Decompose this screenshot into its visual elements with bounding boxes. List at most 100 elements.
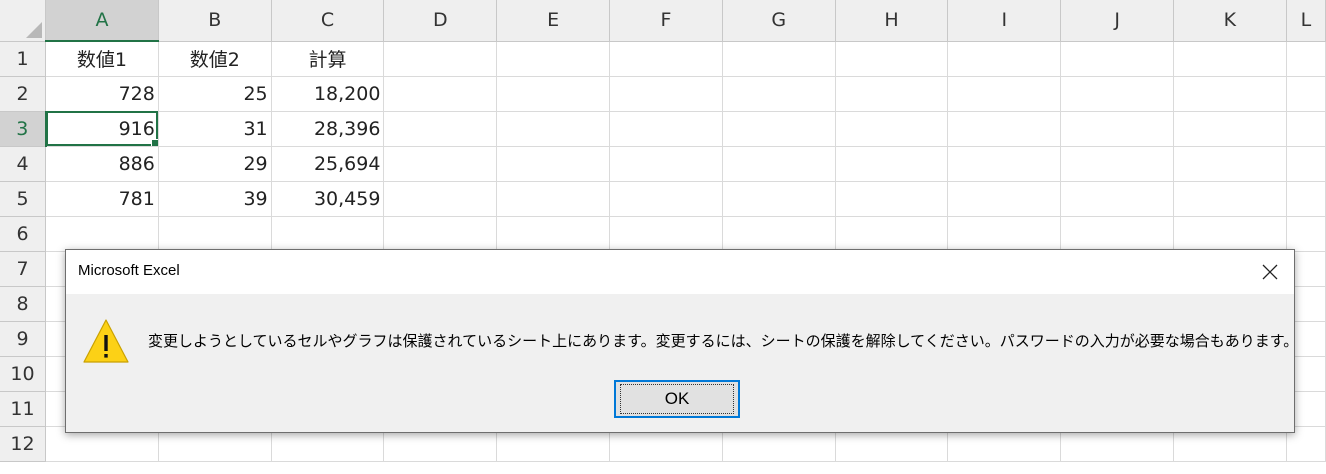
cell[interactable] <box>1173 181 1287 217</box>
cell[interactable] <box>609 111 723 147</box>
cell[interactable] <box>496 181 611 217</box>
column-header-h[interactable]: H <box>835 0 949 42</box>
row-header-2[interactable]: 2 <box>0 76 47 112</box>
cell[interactable] <box>947 146 1062 182</box>
cell-c2[interactable]: 18,200 <box>271 76 385 112</box>
cell[interactable] <box>835 181 949 217</box>
row-header-6[interactable]: 6 <box>0 216 47 252</box>
cell[interactable] <box>496 41 611 77</box>
cell-c1[interactable]: 計算 <box>271 41 385 77</box>
cell[interactable] <box>1286 111 1326 147</box>
cell-c4[interactable]: 25,694 <box>271 146 385 182</box>
column-header-g[interactable]: G <box>722 0 836 42</box>
cell[interactable] <box>835 41 949 77</box>
column-header-b[interactable]: B <box>158 0 272 42</box>
cell[interactable] <box>496 146 611 182</box>
row-header-1[interactable]: 1 <box>0 41 47 77</box>
cell[interactable] <box>496 111 611 147</box>
select-all-corner[interactable] <box>0 0 47 42</box>
cell[interactable] <box>496 216 611 252</box>
cell[interactable] <box>1173 146 1287 182</box>
cell-a5[interactable]: 781 <box>45 181 159 217</box>
cell[interactable] <box>1286 216 1326 252</box>
cell[interactable] <box>158 216 272 252</box>
cell[interactable] <box>1060 181 1175 217</box>
column-header-k[interactable]: K <box>1173 0 1287 42</box>
cell-b5[interactable]: 39 <box>158 181 272 217</box>
cell[interactable] <box>609 41 723 77</box>
cell[interactable] <box>1173 76 1287 112</box>
cell[interactable] <box>835 216 949 252</box>
cell[interactable] <box>722 181 836 217</box>
cell[interactable] <box>947 181 1062 217</box>
cell[interactable] <box>609 76 723 112</box>
column-header-c[interactable]: C <box>271 0 385 42</box>
cell[interactable] <box>1060 216 1175 252</box>
row-header-8[interactable]: 8 <box>0 286 47 322</box>
cell[interactable] <box>1060 41 1175 77</box>
column-header-e[interactable]: E <box>496 0 611 42</box>
cell[interactable] <box>947 76 1062 112</box>
cell[interactable] <box>1060 146 1175 182</box>
cell-a2[interactable]: 728 <box>45 76 159 112</box>
cell[interactable] <box>835 146 949 182</box>
row-header-3[interactable]: 3 <box>0 111 47 147</box>
cell[interactable] <box>835 111 949 147</box>
cell[interactable] <box>1060 76 1175 112</box>
cell[interactable] <box>947 41 1062 77</box>
cell[interactable] <box>1286 41 1326 77</box>
row-header-12[interactable]: 12 <box>0 426 47 462</box>
column-header-d[interactable]: D <box>383 0 498 42</box>
cell[interactable] <box>722 111 836 147</box>
cell[interactable] <box>609 216 723 252</box>
row-header-9[interactable]: 9 <box>0 321 47 357</box>
cell[interactable] <box>722 76 836 112</box>
row-header-7[interactable]: 7 <box>0 251 47 287</box>
row-header-5[interactable]: 5 <box>0 181 47 217</box>
dialog-titlebar[interactable]: Microsoft Excel <box>66 250 1294 294</box>
column-header-j[interactable]: J <box>1060 0 1175 42</box>
column-header-a[interactable]: A <box>45 0 159 42</box>
cell[interactable] <box>45 216 159 252</box>
cell[interactable] <box>271 216 385 252</box>
cell[interactable] <box>1286 76 1326 112</box>
cell[interactable] <box>383 181 498 217</box>
cell[interactable] <box>722 146 836 182</box>
cell[interactable] <box>1173 216 1287 252</box>
cell[interactable] <box>383 76 498 112</box>
cell[interactable] <box>722 216 836 252</box>
cell-a1[interactable]: 数値1 <box>45 41 159 77</box>
cell[interactable] <box>609 181 723 217</box>
row-header-11[interactable]: 11 <box>0 391 47 427</box>
cell[interactable] <box>1286 181 1326 217</box>
cell[interactable] <box>1286 146 1326 182</box>
cell-c5[interactable]: 30,459 <box>271 181 385 217</box>
cell-b4[interactable]: 29 <box>158 146 272 182</box>
cell[interactable] <box>1173 41 1287 77</box>
cell[interactable] <box>609 146 723 182</box>
column-header-l[interactable]: L <box>1286 0 1326 42</box>
close-button[interactable] <box>1246 250 1294 294</box>
row-header-10[interactable]: 10 <box>0 356 47 392</box>
cell-c3[interactable]: 28,396 <box>271 111 385 147</box>
cell[interactable] <box>383 216 498 252</box>
cell-b3[interactable]: 31 <box>158 111 272 147</box>
cell[interactable] <box>947 216 1062 252</box>
cell[interactable] <box>835 76 949 112</box>
cell-b2[interactable]: 25 <box>158 76 272 112</box>
cell[interactable] <box>1060 111 1175 147</box>
cell[interactable] <box>383 111 498 147</box>
cell-a3-selected[interactable]: 916 <box>45 111 159 147</box>
cell[interactable] <box>383 41 498 77</box>
column-header-f[interactable]: F <box>609 0 723 42</box>
cell[interactable] <box>722 41 836 77</box>
row-header-4[interactable]: 4 <box>0 146 47 182</box>
cell[interactable] <box>947 111 1062 147</box>
cell[interactable] <box>1173 111 1287 147</box>
cell[interactable] <box>383 146 498 182</box>
ok-button[interactable]: OK <box>614 380 740 418</box>
cell-a4[interactable]: 886 <box>45 146 159 182</box>
cell-b1[interactable]: 数値2 <box>158 41 272 77</box>
cell[interactable] <box>496 76 611 112</box>
column-header-i[interactable]: I <box>947 0 1062 42</box>
